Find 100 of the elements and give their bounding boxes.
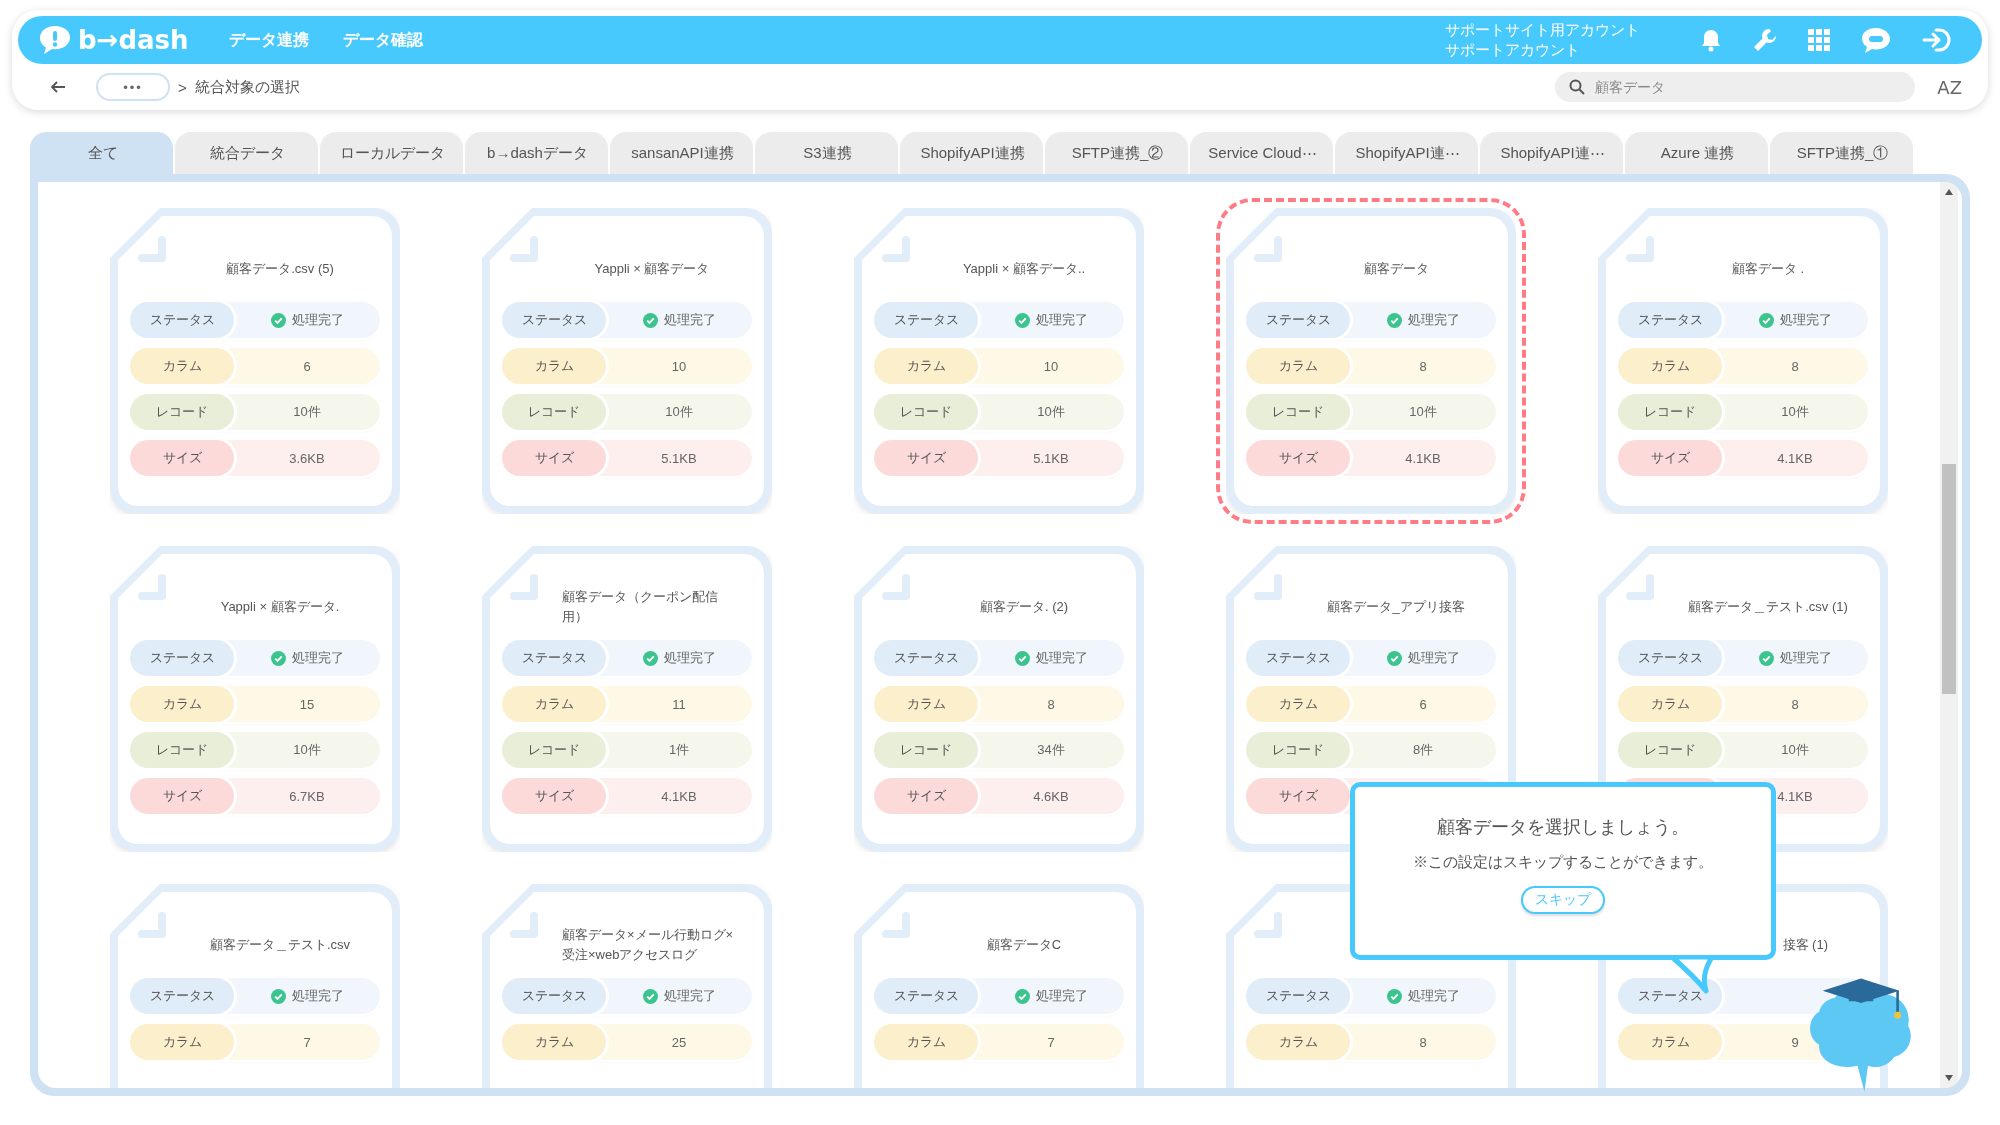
field-value: 処理完了 <box>1779 311 1832 329</box>
field-label: カラム <box>874 348 978 384</box>
field-label: レコード <box>130 732 234 768</box>
field-value: 5.1KB <box>1033 450 1069 466</box>
file-card[interactable]: Yappli × 顧客データ.. ステータス 処理完了 カラム 10 レコード 10件 サイズ 5.1KB <box>854 208 1144 514</box>
field-label: カラム <box>1246 1024 1350 1060</box>
scrollbar-thumb[interactable] <box>1942 464 1956 694</box>
file-card[interactable]: 顧客データ（クーポン配信用） ステータス 処理完了 カラム 11 レコード 1件 サイズ 4.1KB <box>482 546 772 852</box>
check-icon <box>270 650 286 666</box>
field-value: 10 <box>671 358 687 374</box>
field-value: 25 <box>671 1034 687 1050</box>
field-label: サイズ <box>130 778 234 814</box>
wrench-icon[interactable] <box>1752 27 1778 53</box>
grid-icon[interactable] <box>1808 29 1830 51</box>
field-value: 1件 <box>668 741 690 759</box>
field-label: ステータス <box>874 640 978 676</box>
logout-icon[interactable] <box>1922 27 1952 53</box>
field-value: 処理完了 <box>291 987 344 1005</box>
field-value: 4.1KB <box>661 788 697 804</box>
field-label: カラム <box>1618 348 1722 384</box>
card-title: Yappli × 顧客データ.. <box>962 260 1086 278</box>
field-value: 10件 <box>293 403 321 421</box>
tab[interactable]: 全て <box>30 132 175 174</box>
field-label: カラム <box>874 686 978 722</box>
field-value: 処理完了 <box>1779 649 1832 667</box>
card-title: 接客 (1) <box>1782 936 1828 954</box>
field-label: ステータス <box>1246 978 1350 1014</box>
search-field[interactable]: 顧客データ <box>1555 72 1916 102</box>
chat-icon[interactable] <box>1860 26 1892 54</box>
bell-icon[interactable] <box>1700 28 1722 52</box>
logo-icon <box>38 24 72 56</box>
tab[interactable]: sansanAPI連携 <box>610 132 755 174</box>
field-label: カラム <box>130 348 234 384</box>
field-value: 8 <box>1419 1034 1427 1050</box>
field-value: 15 <box>299 696 315 712</box>
tab[interactable]: Service Cloud⋯ <box>1190 132 1335 174</box>
field-label: ステータス <box>874 978 978 1014</box>
check-icon <box>1014 650 1030 666</box>
field-value: 11 <box>672 696 686 712</box>
tab[interactable]: Azure 連携 <box>1625 132 1770 174</box>
file-card[interactable]: 顧客データ.csv (5) ステータス 処理完了 カラム 6 レコード 10件 サイズ 3.6KB <box>110 208 400 514</box>
scroll-up-icon[interactable] <box>1944 188 1954 196</box>
field-label: レコード <box>874 394 978 430</box>
tab[interactable]: ShopifyAPI連携 <box>900 132 1045 174</box>
field-value: 処理完了 <box>1407 987 1460 1005</box>
field-label: カラム <box>874 1024 978 1060</box>
scrollbar[interactable] <box>1940 182 1958 1088</box>
tab[interactable]: SFTP連携_② <box>1045 132 1190 174</box>
field-label: ステータス <box>130 640 234 676</box>
field-label: サイズ <box>1246 778 1350 814</box>
field-value: 処理完了 <box>663 987 716 1005</box>
tab[interactable]: SFTP連携_① <box>1770 132 1915 174</box>
field-label: カラム <box>502 348 606 384</box>
more-button[interactable]: ••• <box>96 73 170 101</box>
field-value: 4.1KB <box>1405 450 1441 466</box>
field-value: 8件 <box>1412 741 1434 759</box>
file-card[interactable]: Yappli × 顧客データ ステータス 処理完了 カラム 10 レコード 10件 サイズ 5.1KB <box>482 208 772 514</box>
field-label: カラム <box>1246 686 1350 722</box>
field-label: カラム <box>1246 348 1350 384</box>
tab[interactable]: ShopifyAPI連⋯ <box>1480 132 1625 174</box>
scroll-down-icon[interactable] <box>1944 1074 1954 1082</box>
field-value: 7 <box>1047 1034 1055 1050</box>
check-icon <box>642 988 658 1004</box>
back-arrow-icon[interactable] <box>50 80 66 94</box>
tab[interactable]: 統合データ <box>175 132 320 174</box>
sort-button[interactable]: AZ <box>1937 76 1962 98</box>
field-label: ステータス <box>502 978 606 1014</box>
field-label: レコード <box>874 732 978 768</box>
card-title: 顧客データ_アプリ接客 <box>1327 598 1465 616</box>
tooltip-note: ※この設定はスキップすることができます。 <box>1413 853 1713 872</box>
field-label: レコード <box>502 732 606 768</box>
file-card[interactable]: 顧客データ . ステータス 処理完了 カラム 8 レコード 10件 サイズ 4.1KB <box>1598 208 1888 514</box>
tab[interactable]: ローカルデータ <box>320 132 465 174</box>
card-title: 顧客データ.csv (5) <box>226 260 334 278</box>
field-value: 10 <box>1043 358 1059 374</box>
field-label: ステータス <box>130 978 234 1014</box>
field-value: 8 <box>1791 358 1799 374</box>
field-label: レコード <box>1246 394 1350 430</box>
field-value: 10件 <box>1781 741 1809 759</box>
field-label: ステータス <box>502 640 606 676</box>
field-value: 6.7KB <box>289 788 325 804</box>
field-label: カラム <box>1618 686 1722 722</box>
tab[interactable]: S3連携 <box>755 132 900 174</box>
field-label: サイズ <box>502 440 606 476</box>
field-value: 処理完了 <box>1407 311 1460 329</box>
field-value: 9 <box>1791 1034 1799 1050</box>
field-label: ステータス <box>1618 302 1722 338</box>
field-value: 5.1KB <box>661 450 697 466</box>
file-card[interactable]: Yappli × 顧客データ. ステータス 処理完了 カラム 15 レコード 10件 サイズ 6.7KB <box>110 546 400 852</box>
tab[interactable]: ShopifyAPI連⋯ <box>1335 132 1480 174</box>
check-icon <box>1386 312 1402 328</box>
field-value: 8 <box>1419 358 1427 374</box>
field-value: 処理完了 <box>1035 987 1088 1005</box>
tab[interactable]: b→dashデータ <box>465 132 610 174</box>
field-value: 4.6KB <box>1033 788 1069 804</box>
field-value: 8 <box>1791 696 1799 712</box>
check-icon <box>270 988 286 1004</box>
file-card[interactable]: 顧客データ. (2) ステータス 処理完了 カラム 8 レコード 34件 サイズ 4.6KB <box>854 546 1144 852</box>
check-icon <box>1386 650 1402 666</box>
field-value: 処理完了 <box>663 649 716 667</box>
